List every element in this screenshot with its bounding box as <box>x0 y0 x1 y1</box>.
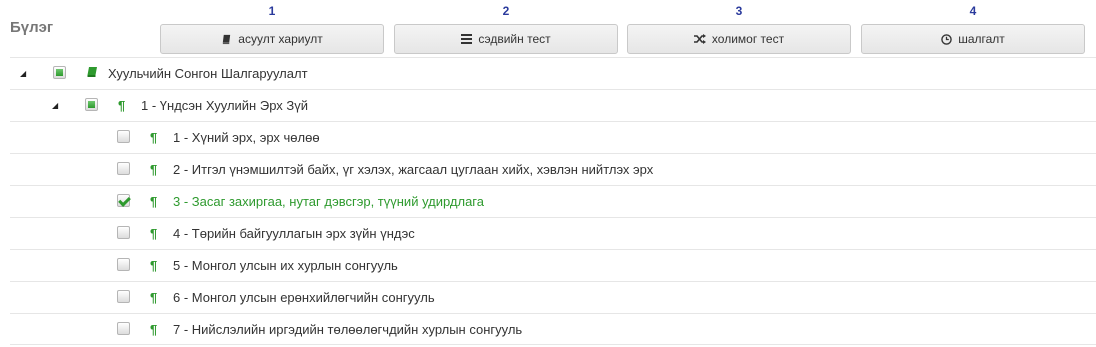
qa-mode-label: асуулт хариулт <box>238 32 323 46</box>
topic-row: ¶ 7 - Нийслэлийн иргэдийн төлөөлөгчдийн … <box>10 313 1096 345</box>
topic-checkbox[interactable] <box>117 322 130 335</box>
topic-label[interactable]: 2 - Итгэл үнэмшилтэй байх, үг хэлэх, жаг… <box>173 162 653 177</box>
topic-row: ¶ 5 - Монгол улсын их хурлын сонгууль <box>10 249 1096 281</box>
collapse-toggle-icon[interactable]: ◢ <box>52 101 58 110</box>
topic-label[interactable]: 7 - Нийслэлийн иргэдийн төлөөлөгчдийн ху… <box>173 322 522 337</box>
topic-checkbox[interactable] <box>117 162 130 175</box>
topic-row: ¶ 4 - Төрийн байгууллагын эрх зүйн үндэс <box>10 217 1096 249</box>
mixed-test-label: холимог тест <box>711 32 785 46</box>
topic-label[interactable]: 4 - Төрийн байгууллагын эрх зүйн үндэс <box>173 226 415 241</box>
section-title: Бүлэг <box>10 19 54 36</box>
topic-checkbox[interactable] <box>117 290 130 303</box>
book-icon <box>86 66 98 81</box>
mode-number-4: 4 <box>969 4 977 18</box>
tree-chapter-row: ◢ ¶ 1 - Үндсэн Хуулийн Эрх Зүй <box>10 89 1096 121</box>
topic-test-button[interactable]: сэдвийн тест <box>394 24 618 54</box>
topic-checkbox[interactable] <box>117 130 130 143</box>
paragraph-icon: ¶ <box>150 258 158 273</box>
exam-button[interactable]: шалгалт <box>861 24 1085 54</box>
topic-row: ¶ 1 - Хүний эрх, эрх чөлөө <box>10 121 1096 153</box>
exam-label: шалгалт <box>958 32 1005 46</box>
topic-label[interactable]: 3 - Засаг захиргаа, нутаг дэвсгэр, түүни… <box>173 194 484 209</box>
mode-number-2: 2 <box>502 4 510 18</box>
mode-number-1: 1 <box>268 4 276 18</box>
mode-number-3: 3 <box>735 4 743 18</box>
paragraph-icon: ¶ <box>150 162 158 177</box>
tree-root-row: ◢ Хуульчийн Сонгон Шалгаруулалт <box>10 57 1096 89</box>
topic-label[interactable]: 5 - Монгол улсын их хурлын сонгууль <box>173 258 398 273</box>
mixed-test-button[interactable]: холимог тест <box>627 24 851 54</box>
chapter-label[interactable]: 1 - Үндсэн Хуулийн Эрх Зүй <box>141 98 308 113</box>
clock-icon <box>941 33 952 45</box>
paragraph-icon: ¶ <box>118 98 126 113</box>
paragraph-icon: ¶ <box>150 322 158 337</box>
paragraph-icon: ¶ <box>150 290 158 305</box>
chapter-checkbox[interactable] <box>85 98 98 111</box>
topic-label[interactable]: 6 - Монгол улсын ерөнхийлөгчийн сонгууль <box>173 290 435 305</box>
topic-row: ¶ 2 - Итгэл үнэмшилтэй байх, үг хэлэх, ж… <box>10 153 1096 185</box>
topic-row-selected: ¶ 3 - Засаг захиргаа, нутаг дэвсгэр, түү… <box>10 185 1096 217</box>
root-checkbox[interactable] <box>53 66 66 79</box>
shuffle-icon <box>693 34 706 44</box>
topic-label[interactable]: 1 - Хүний эрх, эрх чөлөө <box>173 130 320 145</box>
paragraph-icon: ¶ <box>150 226 158 241</box>
collapse-toggle-icon[interactable]: ◢ <box>20 69 26 78</box>
paragraph-icon: ¶ <box>150 194 158 209</box>
topic-checkbox[interactable] <box>117 258 130 271</box>
book-icon <box>221 34 232 45</box>
topic-test-label: сэдвийн тест <box>478 32 551 46</box>
root-label[interactable]: Хуульчийн Сонгон Шалгаруулалт <box>108 66 308 81</box>
qa-mode-button[interactable]: асуулт хариулт <box>160 24 384 54</box>
topic-row: ¶ 6 - Монгол улсын ерөнхийлөгчийн сонгуу… <box>10 281 1096 313</box>
topic-checkbox[interactable] <box>117 226 130 239</box>
list-icon <box>461 34 473 44</box>
topic-checkbox-checked[interactable] <box>117 194 130 207</box>
paragraph-icon: ¶ <box>150 130 158 145</box>
